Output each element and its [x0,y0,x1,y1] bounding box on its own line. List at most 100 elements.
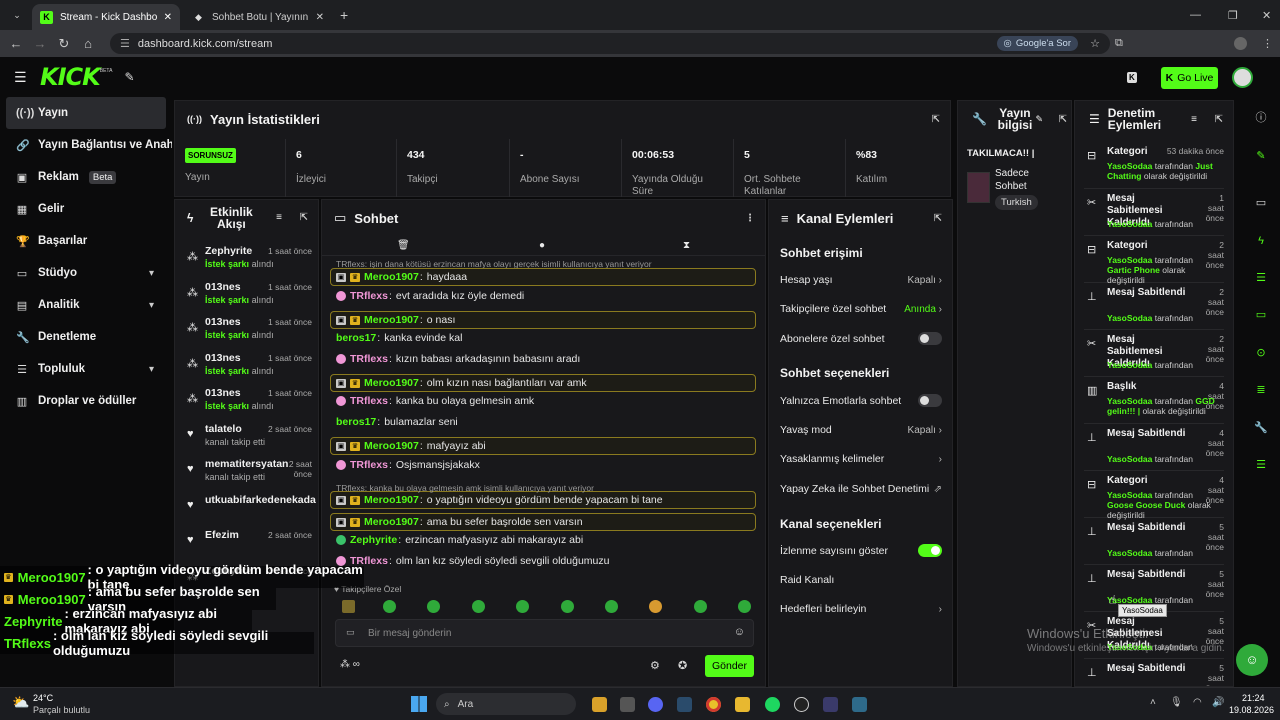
explorer-app-icon[interactable] [735,697,750,712]
more-options-icon[interactable]: ⋮ [745,213,755,224]
moderator-name[interactable]: YasoSodaa [1107,642,1152,652]
tab-kick-dashboard[interactable]: K Stream - Kick Dashboard ✕ [32,4,180,30]
tab-chat-bot[interactable]: ◆ Sohbet Botu | Yayınını güçlendir ✕ [184,4,332,30]
moderator-name[interactable]: YasoSodaa [1107,548,1152,558]
moderator-name[interactable]: YasoSodaa [1107,219,1152,229]
emote-icon[interactable] [516,600,529,613]
popout-icon[interactable]: ⇱ [300,212,308,224]
sidebar-item-drops[interactable]: ▥ Droplar ve ödüller [0,385,172,417]
moderator-name[interactable]: YasoSodaa [1107,490,1152,500]
moderator-name[interactable]: YasoSodaa [1107,360,1152,370]
chat-message[interactable]: TRflexs: evt aradıda kız öyle demedi [330,290,756,302]
app-icon[interactable] [823,697,838,712]
wrench-icon[interactable]: 🔧 [1252,419,1270,437]
chat-message[interactable]: TRflexs: kızın babası arkadaşının babasın… [330,353,756,365]
chat-username[interactable]: Zephyrite [350,534,397,546]
photos-app-icon[interactable] [592,697,607,712]
emote-icon[interactable] [427,600,440,613]
info-icon[interactable]: ⓘ [1252,109,1270,127]
restore-icon[interactable]: ❐ [1228,9,1238,22]
chat-message[interactable]: TRflexs: Osjsmansjsjakakx [330,459,756,471]
hamburger-menu-icon[interactable]: ☰ [14,69,27,86]
chat-message[interactable]: ▣ ♛ Meroo1907: olm kızın nası bağlantıları … [330,374,756,392]
spotify-app-icon[interactable] [765,697,780,712]
chat-input[interactable]: ▭ Bir mesaj gönderin ☺ [335,619,754,647]
chat-username[interactable]: Meroo1907 [364,516,419,528]
popout-icon[interactable]: ⇱ [1215,114,1223,125]
sidebar-item-ads[interactable]: ▣ Reklam Beta [0,161,172,193]
sidebar-item-stream-key[interactable]: 🔗 Yayın Bağlantısı ve Anahtarı [0,129,172,161]
url-field[interactable]: ☰ dashboard.kick.com/stream ◎ Google'a S… [110,33,1110,54]
home-icon[interactable]: ⌂ [76,36,100,51]
sidebar-item-moderation[interactable]: 🔧 Denetleme [0,321,172,353]
window-close-icon[interactable]: ✕ [1262,9,1271,22]
taskbar-search[interactable]: ⌕ Ara [436,693,576,715]
popout-icon[interactable]: ⇱ [1059,114,1067,125]
window-app-icon[interactable] [620,697,635,712]
windows-start-icon[interactable] [411,696,427,712]
chat-message[interactable]: Zephyrite: erzincan mafyasıyız abi makara… [330,534,756,546]
list-icon[interactable]: ☰ [1252,456,1270,474]
chat-username[interactable]: beros17 [336,332,376,344]
go-live-button[interactable]: K Go Live [1161,67,1218,89]
hourglass-icon[interactable]: ⧗ [683,240,690,251]
emote-icon[interactable] [561,600,574,613]
tools-icon[interactable]: ✎ [124,70,134,84]
moderator-name[interactable]: YasoSodaa [1107,255,1152,265]
new-tab-icon[interactable]: + [340,7,348,23]
profile-avatar[interactable] [1234,37,1247,50]
kick-small-icon[interactable]: K [1127,71,1137,83]
close-icon[interactable]: ✕ [164,12,172,23]
chat-username[interactable]: Meroo1907 [364,377,419,389]
obs-app-icon[interactable] [794,697,809,712]
steam-app-icon[interactable] [677,697,692,712]
banned-words-setting[interactable]: Yasaklanmış kelimeler › [780,453,942,465]
popout-icon[interactable]: ⇱ [934,213,942,224]
chat-username[interactable]: TRflexs [350,290,388,302]
emote-icon[interactable] [472,600,485,613]
kick-logo[interactable]: KICK [40,63,101,91]
moderator-name[interactable]: YasoSodaa [1107,396,1152,406]
lightning-icon[interactable]: ϟ [1252,232,1270,250]
moderator-name[interactable]: YasoSodaa [1107,313,1152,323]
close-icon[interactable]: ✕ [316,12,324,23]
tray-chevron-icon[interactable]: ˄ [1150,697,1156,708]
emotes-only-toggle[interactable] [918,394,942,407]
emote-icon[interactable] [605,600,618,613]
settings-gear-icon[interactable]: ⚙ [650,659,660,672]
back-icon[interactable]: ← [4,36,28,51]
moderator-name[interactable]: YasoSodaa [1107,454,1152,464]
user-avatar[interactable] [1232,66,1253,88]
edit-icon[interactable]: ✎ [1252,147,1270,165]
chat-message[interactable]: TRflexs: kanka bu olaya gelmesin amk [330,395,756,407]
wifi-icon[interactable]: ◠ [1193,697,1202,708]
sidebar-item-revenue[interactable]: ▦ Gelir [0,193,172,225]
followers-chat-setting[interactable]: Takipçilere özel sohbet Anında › [780,303,942,315]
chat-message[interactable]: ▣ ♛ Meroo1907: haydaaa [330,268,756,286]
chat-username[interactable]: beros17 [336,416,376,428]
raid-setting[interactable]: Raid Kanalı [780,574,942,586]
emote-icon[interactable] [694,600,707,613]
chat-username[interactable]: TRflexs [350,395,388,407]
sidebar-item-community[interactable]: ☰ Topluluk ▾ [0,353,172,385]
chat-username[interactable]: TRflexs [350,459,388,471]
chat-message[interactable]: ▣ ♛ Meroo1907: o nası [330,311,756,329]
chat-username[interactable]: TRflexs [350,353,388,365]
clock-date[interactable]: 19.08.2026 [1229,705,1274,715]
targets-setting[interactable]: Hedefleri belirleyin › [780,603,942,615]
sidebar-item-studio[interactable]: ▭ Stüdyo ▾ [0,257,172,289]
chat-message[interactable]: ▣ ♛ Meroo1907: o yaptığın videoyu gördüm be… [330,491,756,509]
reload-icon[interactable]: ↻ [52,36,76,52]
show-viewers-toggle[interactable] [918,544,942,557]
discord-app-icon[interactable] [648,697,663,712]
mic-icon[interactable]: 🎙 [1170,697,1183,708]
ai-moderation-setting[interactable]: Yapay Zeka ile Sohbet Denetimi ⇗ [780,483,942,495]
sidebar-item-analytics[interactable]: ▤ Analitik ▾ [0,289,172,321]
chat-username[interactable]: Meroo1907 [364,494,419,506]
send-button[interactable]: Gönder [705,655,754,677]
volume-icon[interactable]: 🔊 [1212,697,1224,708]
chrome-app-icon[interactable] [706,697,721,712]
emote-icon[interactable] [738,600,751,613]
chat-username[interactable]: Meroo1907 [364,314,419,326]
moderator-name[interactable]: YasoSodaa [1107,161,1152,171]
